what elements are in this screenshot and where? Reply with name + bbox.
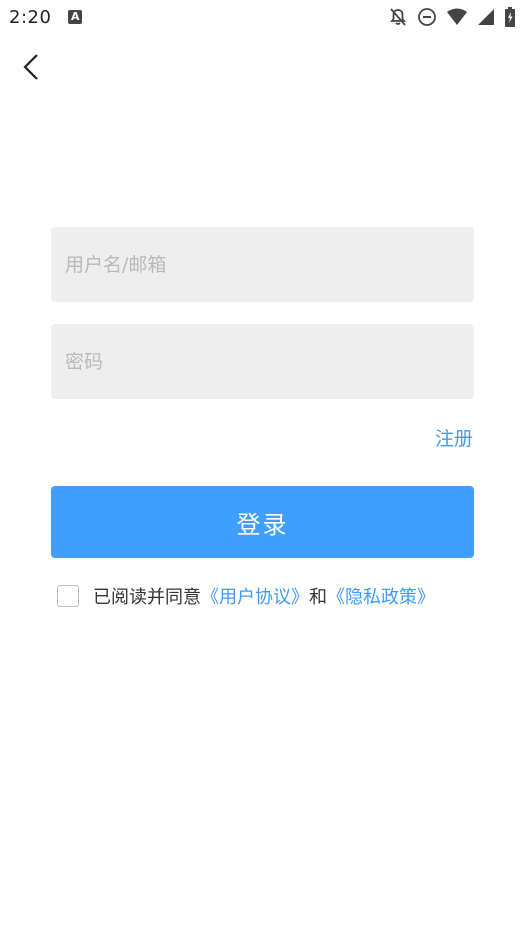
agree-checkbox[interactable] (57, 585, 79, 607)
register-link[interactable]: 注册 (435, 424, 473, 451)
user-agreement-link[interactable]: 《用户协议》 (201, 583, 309, 609)
app-notification-letter: A (71, 10, 80, 23)
app-notification-icon: A (68, 10, 82, 24)
back-arrow-icon (23, 54, 38, 80)
status-time: 2:20 (9, 7, 52, 28)
login-button[interactable]: 登录 (51, 486, 474, 558)
battery-icon (505, 7, 515, 27)
agreement-row: 已阅读并同意 《用户协议》 和 《隐私政策》 (57, 583, 435, 609)
agreement-prefix: 已阅读并同意 (93, 587, 201, 608)
login-screen: 2:20 A 用户名/邮箱 注册 登录 已阅读并同意 《用户协议》 和 《隐私政… (0, 0, 524, 933)
username-email-input[interactable] (51, 227, 474, 302)
do-not-disturb-icon (418, 8, 436, 26)
agreement-conjunction: 和 (309, 587, 327, 608)
wifi-icon (447, 8, 467, 25)
password-input[interactable] (51, 324, 474, 399)
status-bar: 2:20 A (0, 0, 524, 36)
cellular-signal-icon (478, 9, 494, 25)
privacy-policy-link[interactable]: 《隐私政策》 (327, 583, 435, 609)
status-icons (388, 6, 516, 28)
back-button[interactable] (18, 50, 48, 84)
notifications-off-icon (390, 8, 406, 26)
